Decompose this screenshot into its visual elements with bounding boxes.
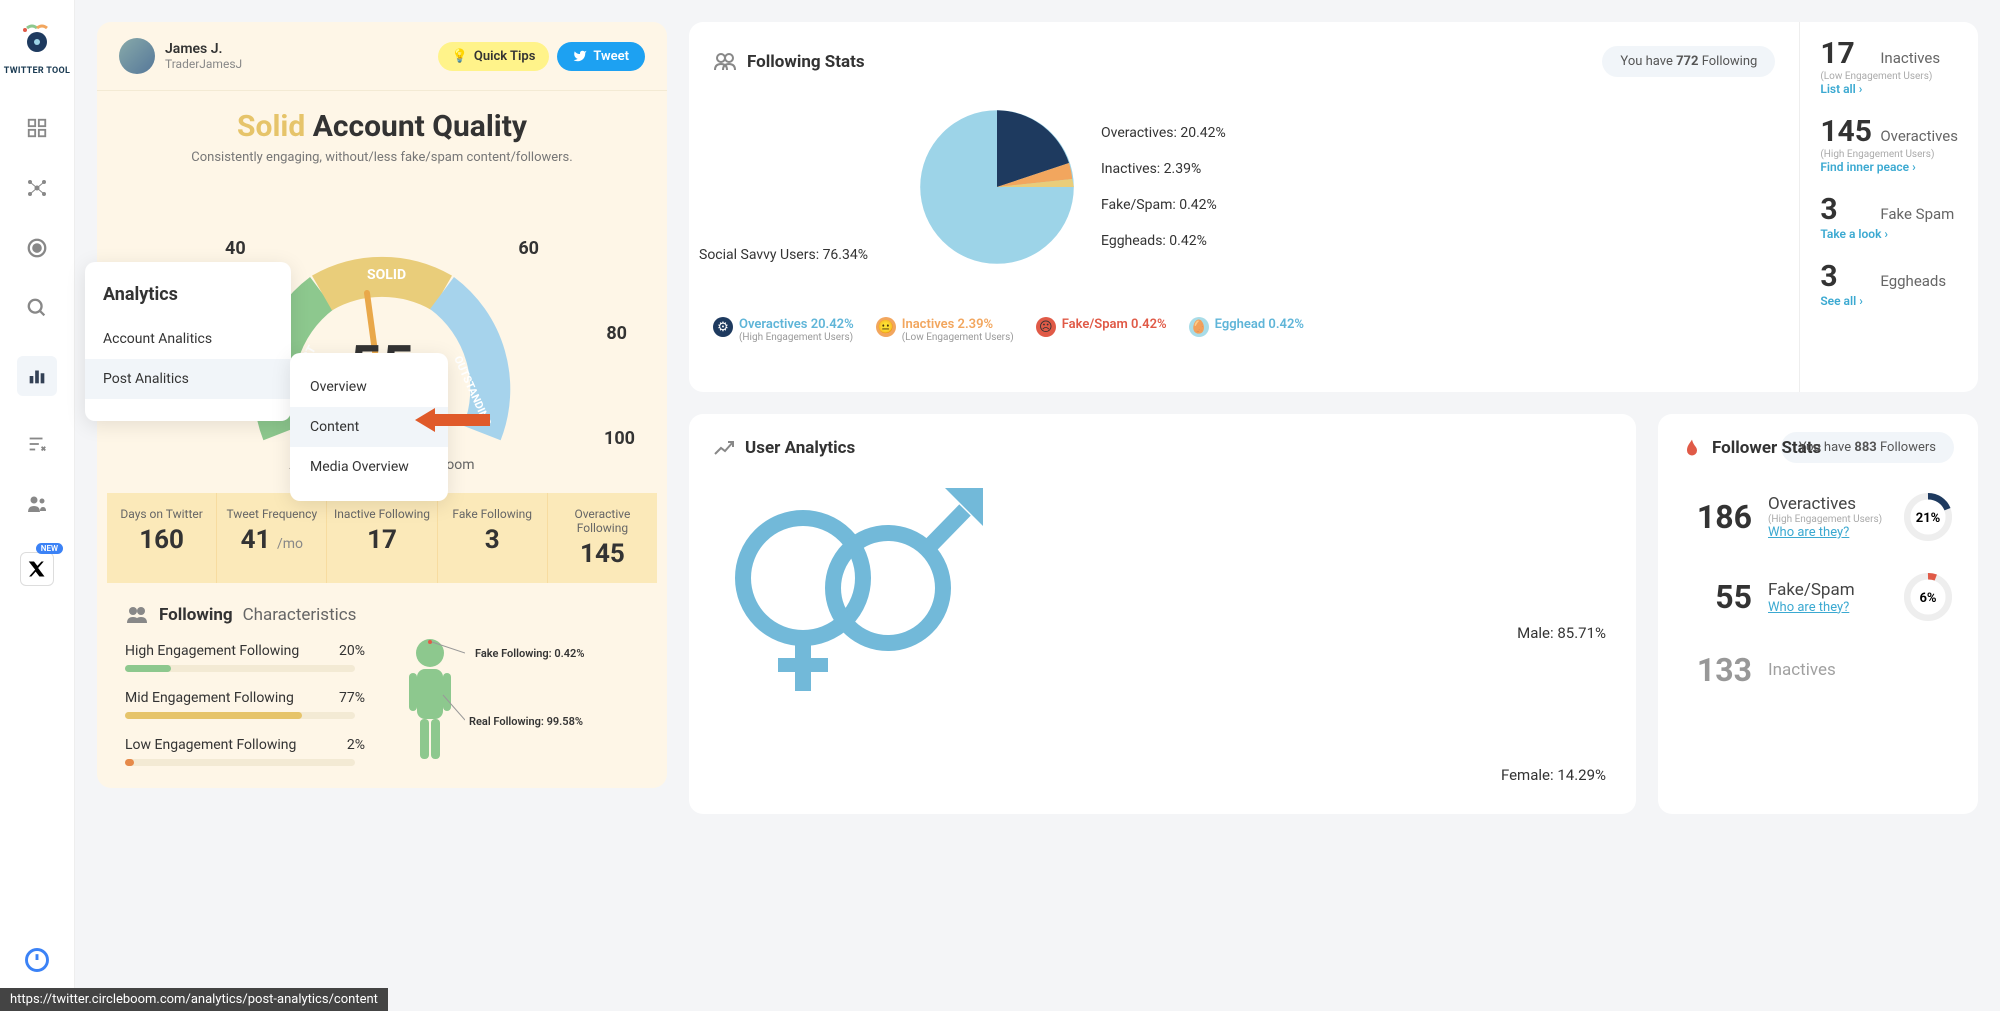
circle-icon[interactable]: [25, 236, 49, 260]
logo-icon: [17, 20, 57, 60]
person-chart: Fake Following: 0.42% Real Following: 99…: [395, 635, 465, 765]
user-handle: TraderJamesJ: [165, 57, 242, 71]
following-count-pill: You have 772 Following: [1602, 46, 1775, 77]
avatar: [119, 38, 155, 74]
quality-subtitle: Consistently engaging, without/less fake…: [107, 150, 657, 165]
quality-title: Solid Account Quality: [107, 109, 657, 144]
new-badge: NEW: [36, 543, 63, 554]
twitter-icon: [573, 49, 587, 63]
following-characteristics: Following Characteristics High Engagemen…: [97, 583, 667, 788]
list-all-link[interactable]: List all ›: [1820, 82, 1958, 96]
chart-up-icon: [713, 438, 735, 458]
x-app-icon[interactable]: NEW: [20, 552, 54, 586]
see-all-link[interactable]: See all ›: [1820, 294, 1958, 308]
url-status-bar: https://twitter.circleboom.com/analytics…: [0, 988, 388, 1011]
svg-text:21%: 21%: [1916, 511, 1941, 526]
user-block[interactable]: James J. TraderJamesJ: [119, 38, 242, 74]
logo[interactable]: TWITTER TOOL: [4, 20, 70, 76]
tweet-button[interactable]: Tweet: [557, 42, 645, 71]
user-name: James J.: [165, 41, 242, 57]
sidebar: TWITTER TOOL NEW: [0, 0, 75, 1011]
stat-row: Days on Twitter160 Tweet Frequency41 /mo…: [107, 493, 657, 583]
arrow-annotation: [415, 400, 495, 440]
who-link-1[interactable]: Who are they?: [1768, 525, 1886, 540]
svg-text:6%: 6%: [1919, 591, 1936, 606]
flame-icon: [1682, 438, 1702, 458]
fake-mini-chart: 6%: [1902, 571, 1954, 623]
follower-stats-card: Follower Stats You have 883 Followers 18…: [1658, 414, 1978, 814]
quick-tips-button[interactable]: 💡Quick Tips: [438, 42, 550, 71]
logo-text: TWITTER TOOL: [4, 66, 70, 76]
following-breakdown-list: 17Inactives(Low Engagement Users)List al…: [1799, 22, 1978, 392]
account-analytics-item[interactable]: Account Analitics: [85, 319, 291, 359]
filter-icon[interactable]: [25, 432, 49, 456]
gender-chart: [713, 458, 993, 708]
main-content: James J. TraderJamesJ 💡Quick Tips Tweet …: [75, 0, 2000, 1011]
following-stats-card: Following Stats You have 772 Following: [689, 22, 1978, 392]
nav-icons: NEW: [17, 116, 57, 586]
media-overview-item[interactable]: Media Overview: [290, 447, 448, 487]
analytics-popup: Analytics Account Analitics Post Analiti…: [85, 262, 291, 421]
find-peace-link[interactable]: Find inner peace ›: [1820, 160, 1958, 174]
network-icon[interactable]: [25, 176, 49, 200]
dashboard-icon[interactable]: [25, 116, 49, 140]
who-link-2[interactable]: Who are they?: [1768, 600, 1886, 615]
search-icon[interactable]: [25, 296, 49, 320]
follower-count-pill: You have 883 Followers: [1781, 432, 1954, 463]
user-analytics-card: User Analytics Male: 85.71% Female: 14.2…: [689, 414, 1636, 814]
post-analytics-item[interactable]: Post Analitics: [85, 359, 291, 399]
power-icon[interactable]: [23, 946, 51, 981]
take-look-link[interactable]: Take a look ›: [1820, 227, 1958, 241]
stats-icon: [713, 52, 737, 72]
analytics-icon[interactable]: [17, 356, 57, 396]
users-icon[interactable]: [25, 492, 49, 516]
svg-text:SOLID: SOLID: [367, 267, 406, 283]
following-pie-chart: [917, 107, 1077, 267]
overactives-mini-chart: 21%: [1902, 491, 1954, 543]
following-icon: [125, 605, 149, 625]
